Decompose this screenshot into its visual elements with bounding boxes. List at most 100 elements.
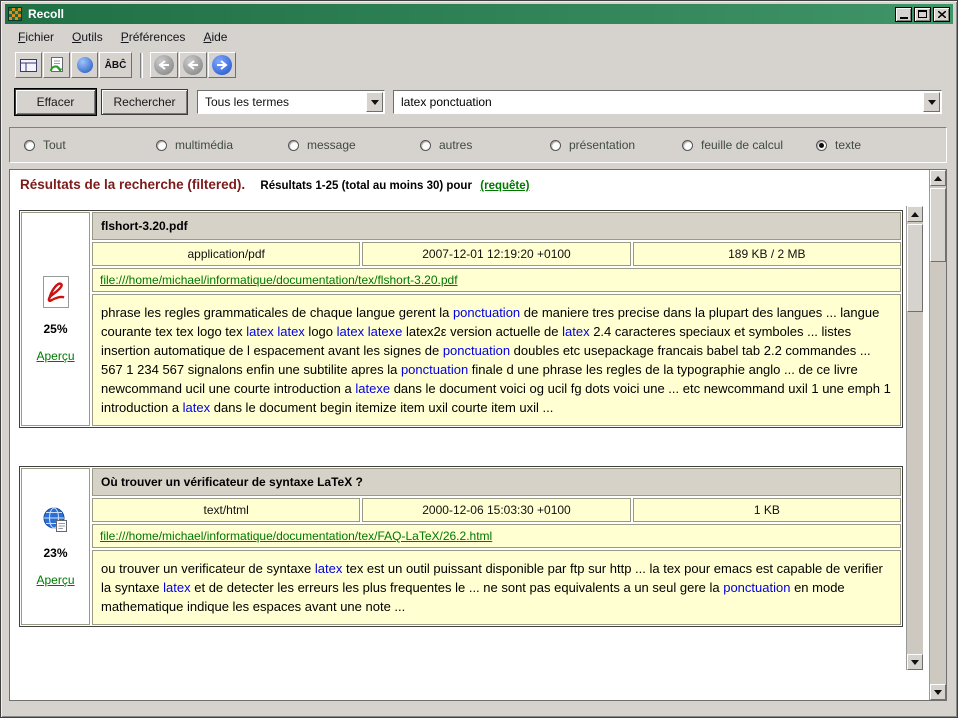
arrow-down-icon bbox=[934, 690, 942, 695]
html-icon bbox=[42, 506, 69, 533]
radio-icon bbox=[550, 140, 561, 151]
results-list-content: 25% Aperçu flshort-3.20.pdf application/… bbox=[17, 206, 905, 670]
results-list-scrollbar[interactable] bbox=[906, 206, 923, 670]
combobox-arrow-button[interactable] bbox=[923, 92, 940, 112]
arrow-left-icon bbox=[154, 55, 174, 75]
toolbar-button-clear[interactable] bbox=[15, 52, 42, 78]
result-side-panel: 25% Aperçu bbox=[21, 212, 90, 426]
menu-fichier[interactable]: Fichier bbox=[9, 27, 63, 47]
close-icon bbox=[938, 11, 946, 18]
result-filename: Où trouver un vérificateur de syntaxe La… bbox=[92, 468, 901, 496]
scroll-down-button[interactable] bbox=[907, 654, 923, 670]
result-item: 23% Aperçu Où trouver un vérificateur de… bbox=[19, 466, 903, 627]
radio-icon bbox=[816, 140, 827, 151]
maximize-icon bbox=[918, 10, 927, 18]
query-details-link[interactable]: (requête) bbox=[480, 180, 529, 192]
radio-icon bbox=[420, 140, 431, 151]
toolbar: ÂBĈ bbox=[5, 50, 953, 80]
result-meta-row: text/html 2000-12-06 15:03:30 +0100 1 KB bbox=[92, 498, 901, 522]
chevron-down-icon bbox=[928, 100, 936, 105]
arrow-down-icon bbox=[911, 660, 919, 665]
relevance-percent: 25% bbox=[43, 322, 67, 336]
result-size: 189 KB / 2 MB bbox=[633, 242, 901, 266]
menu-outils[interactable]: Outils bbox=[63, 27, 112, 47]
arrow-up-icon bbox=[911, 212, 919, 217]
toolbar-button-previous-page[interactable] bbox=[179, 52, 207, 78]
minimize-icon bbox=[900, 17, 908, 19]
search-mode-value: Tous les termes bbox=[205, 95, 289, 109]
result-url-link[interactable]: file:///home/michael/informatique/docume… bbox=[100, 273, 458, 287]
document-type-filter-panel: Tout multimédia message autres présentat… bbox=[9, 127, 947, 163]
search-mode-combobox[interactable]: Tous les termes bbox=[197, 90, 385, 114]
result-abstract: ou trouver un verificateur de syntaxe la… bbox=[92, 550, 901, 625]
result-url-link[interactable]: file:///home/michael/informatique/docume… bbox=[100, 529, 492, 543]
result-date: 2000-12-06 15:03:30 +0100 bbox=[362, 498, 630, 522]
minimize-button[interactable] bbox=[895, 7, 912, 22]
scroll-up-button[interactable] bbox=[907, 206, 923, 222]
filter-texte[interactable]: texte bbox=[816, 138, 861, 152]
result-url-row: file:///home/michael/informatique/docume… bbox=[92, 524, 901, 548]
result-detail: flshort-3.20.pdf application/pdf 2007-12… bbox=[92, 212, 901, 426]
menu-aide[interactable]: Aide bbox=[194, 27, 236, 47]
radio-icon bbox=[682, 140, 693, 151]
clear-button[interactable]: Effacer bbox=[15, 89, 96, 115]
filter-presentation[interactable]: présentation bbox=[550, 138, 635, 152]
titlebar: Recoll bbox=[5, 4, 953, 24]
arrow-right-icon bbox=[212, 55, 232, 75]
scroll-down-button[interactable] bbox=[930, 684, 946, 700]
results-list: 25% Aperçu flshort-3.20.pdf application/… bbox=[17, 206, 923, 670]
results-pane-scrollbar[interactable] bbox=[929, 170, 946, 700]
results-summary: Résultats 1-25 (total au moins 30) pour bbox=[260, 180, 472, 192]
query-input[interactable] bbox=[394, 91, 921, 113]
scroll-thumb[interactable] bbox=[930, 188, 946, 262]
search-row: Effacer Rechercher Tous les termes bbox=[1, 89, 957, 117]
filter-multimedia[interactable]: multimédia bbox=[156, 138, 233, 152]
results-title: Résultats de la recherche (filtered). bbox=[20, 177, 245, 192]
query-combobox bbox=[393, 90, 942, 114]
blue-globe-icon bbox=[77, 57, 93, 73]
pdf-icon bbox=[41, 275, 71, 309]
result-mime: text/html bbox=[92, 498, 360, 522]
window-title: Recoll bbox=[28, 7, 893, 21]
arrow-up-icon bbox=[934, 176, 942, 181]
result-filename: flshort-3.20.pdf bbox=[92, 212, 901, 240]
menubar: Fichier Outils Préférences Aide bbox=[5, 26, 953, 48]
recoll-window: { "window": { "title": "Recoll" }, "menu… bbox=[0, 0, 958, 718]
toolbar-button-term-explorer[interactable]: ÂBĈ bbox=[99, 52, 132, 78]
recoll-app-icon bbox=[8, 7, 22, 21]
toolbar-button-refresh[interactable] bbox=[43, 52, 70, 78]
table-lines-icon bbox=[20, 58, 38, 73]
chevron-down-icon bbox=[371, 100, 379, 105]
filter-tout[interactable]: Tout bbox=[24, 138, 66, 152]
filter-message[interactable]: message bbox=[288, 138, 356, 152]
toolbar-button-next-page[interactable] bbox=[208, 52, 236, 78]
preview-link[interactable]: Aperçu bbox=[36, 349, 74, 363]
results-pane: Résultats de la recherche (filtered). Ré… bbox=[9, 169, 947, 701]
toolbar-button-globe[interactable] bbox=[71, 52, 98, 78]
close-button[interactable] bbox=[933, 7, 950, 22]
result-meta-row: application/pdf 2007-12-01 12:19:20 +010… bbox=[92, 242, 901, 266]
preview-link[interactable]: Aperçu bbox=[36, 573, 74, 587]
result-size: 1 KB bbox=[633, 498, 901, 522]
menu-preferences[interactable]: Préférences bbox=[112, 27, 195, 47]
radio-icon bbox=[288, 140, 299, 151]
abc-letters-icon: ÂBĈ bbox=[105, 60, 127, 71]
combobox-arrow-button[interactable] bbox=[366, 92, 383, 112]
search-button[interactable]: Rechercher bbox=[101, 89, 188, 115]
result-mime: application/pdf bbox=[92, 242, 360, 266]
toolbar-button-first-page[interactable] bbox=[150, 52, 178, 78]
relevance-percent: 23% bbox=[43, 546, 67, 560]
scroll-up-button[interactable] bbox=[930, 170, 946, 186]
result-detail: Où trouver un vérificateur de syntaxe La… bbox=[92, 468, 901, 625]
filter-autres[interactable]: autres bbox=[420, 138, 472, 152]
document-refresh-icon bbox=[48, 57, 65, 74]
result-abstract: phrase les regles grammaticales de chaqu… bbox=[92, 294, 901, 426]
maximize-button[interactable] bbox=[914, 7, 931, 22]
scroll-thumb[interactable] bbox=[907, 224, 923, 312]
result-url-row: file:///home/michael/informatique/docume… bbox=[92, 268, 901, 292]
filter-feuille-de-calcul[interactable]: feuille de calcul bbox=[682, 138, 783, 152]
arrow-left-icon bbox=[183, 55, 203, 75]
results-header: Résultats de la recherche (filtered). Ré… bbox=[20, 177, 906, 192]
radio-icon bbox=[24, 140, 35, 151]
result-item: 25% Aperçu flshort-3.20.pdf application/… bbox=[19, 210, 903, 428]
